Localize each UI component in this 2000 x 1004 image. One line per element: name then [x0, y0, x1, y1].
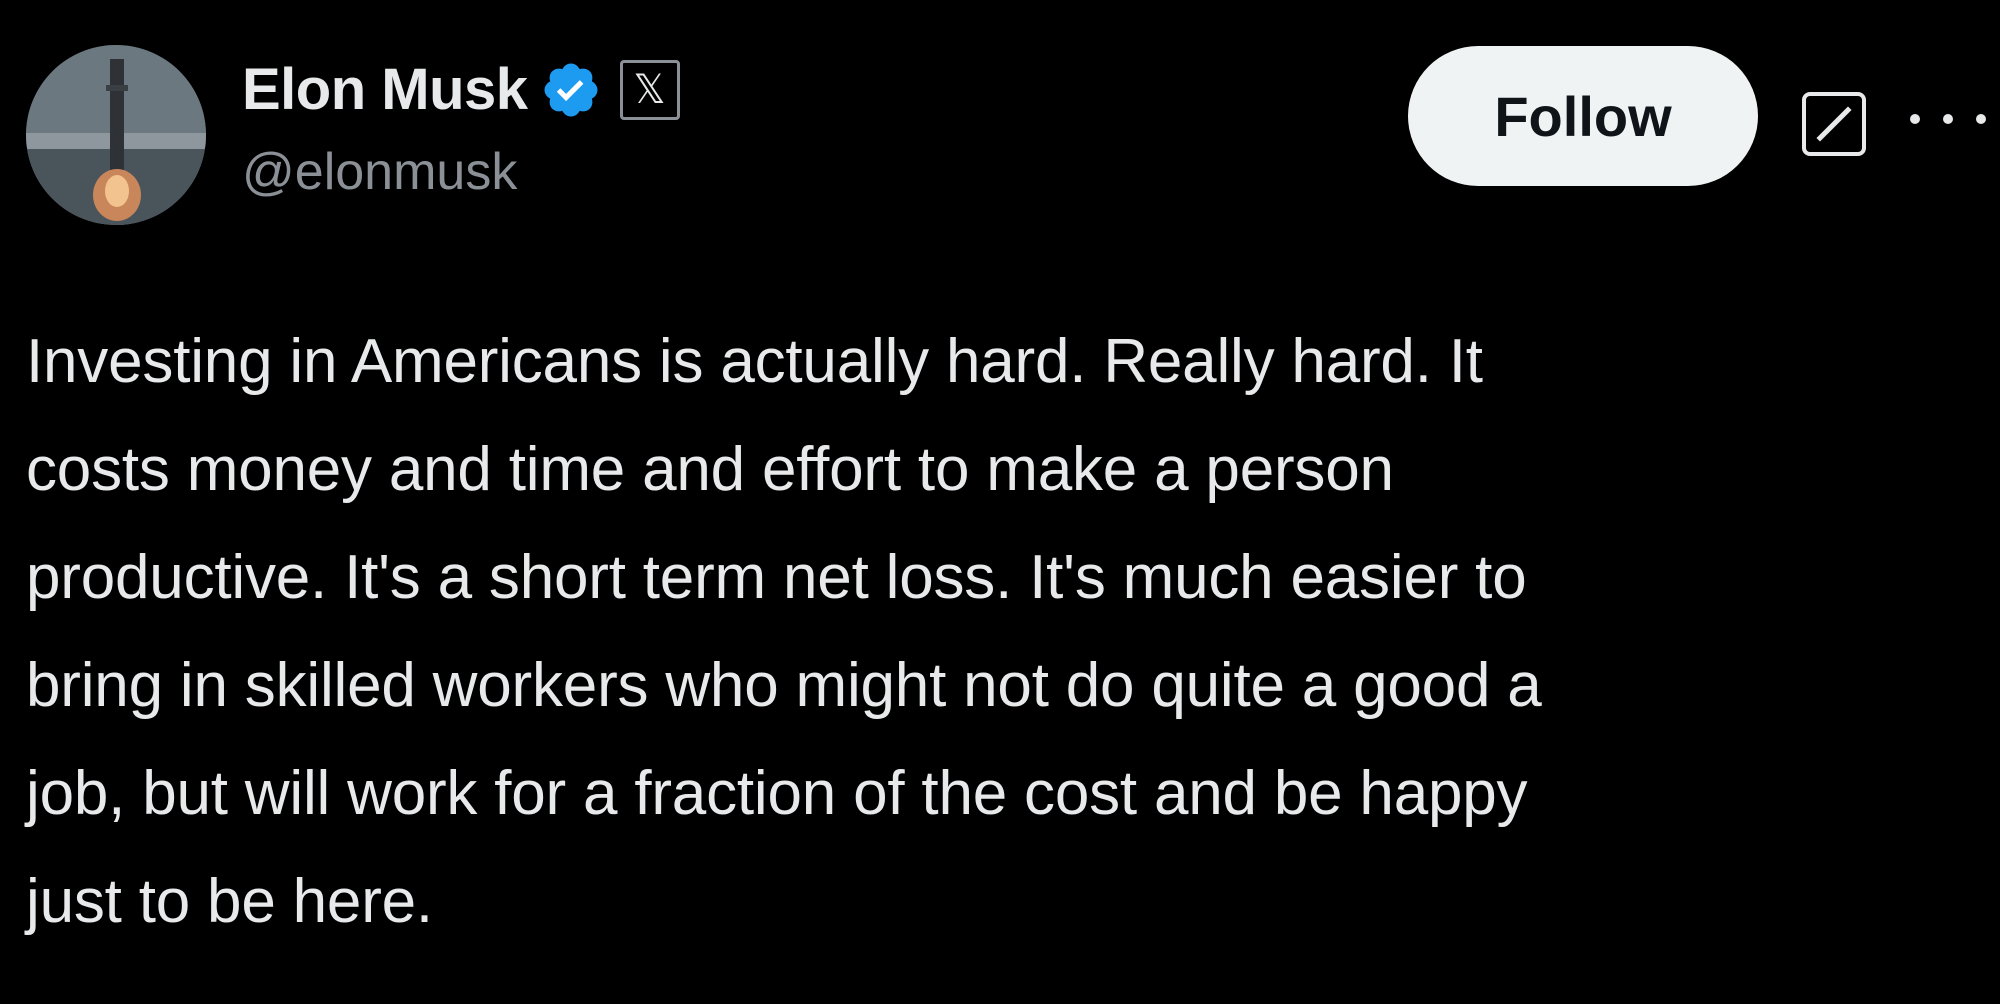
more-dot [1910, 114, 1920, 124]
author-display-name[interactable]: Elon Musk [242, 61, 528, 119]
author-name-row: Elon Musk 𝕏 [242, 52, 680, 128]
tweet-text: Investing in Americans is actually hard.… [26, 308, 1986, 956]
tweet-card: Elon Musk 𝕏 @elonmusk Follow Investing i… [0, 0, 2000, 1004]
tweet-text-line: productive. It's a short term net loss. … [26, 543, 1527, 612]
tweet-text-line: job, but will work for a fraction of the… [26, 759, 1528, 828]
author-handle[interactable]: @elonmusk [242, 146, 517, 198]
verified-badge-icon[interactable] [540, 59, 602, 121]
more-dot [1943, 114, 1953, 124]
author-avatar[interactable] [26, 45, 206, 225]
tweet-text-line: Investing in Americans is actually hard.… [26, 327, 1483, 396]
follow-button[interactable]: Follow [1408, 46, 1758, 186]
x-affiliate-badge[interactable]: 𝕏 [619, 60, 680, 120]
tweet-text-line: bring in skilled workers who might not d… [26, 651, 1542, 720]
grok-icon[interactable] [1802, 92, 1866, 156]
tweet-text-line: costs money and time and effort to make … [26, 435, 1394, 504]
grok-slash-icon [1816, 106, 1852, 142]
avatar-rocket-image [26, 45, 206, 225]
tweet-text-line: just to be here. [26, 867, 433, 936]
more-dot [1976, 114, 1986, 124]
more-options-icon[interactable] [1910, 104, 1986, 134]
